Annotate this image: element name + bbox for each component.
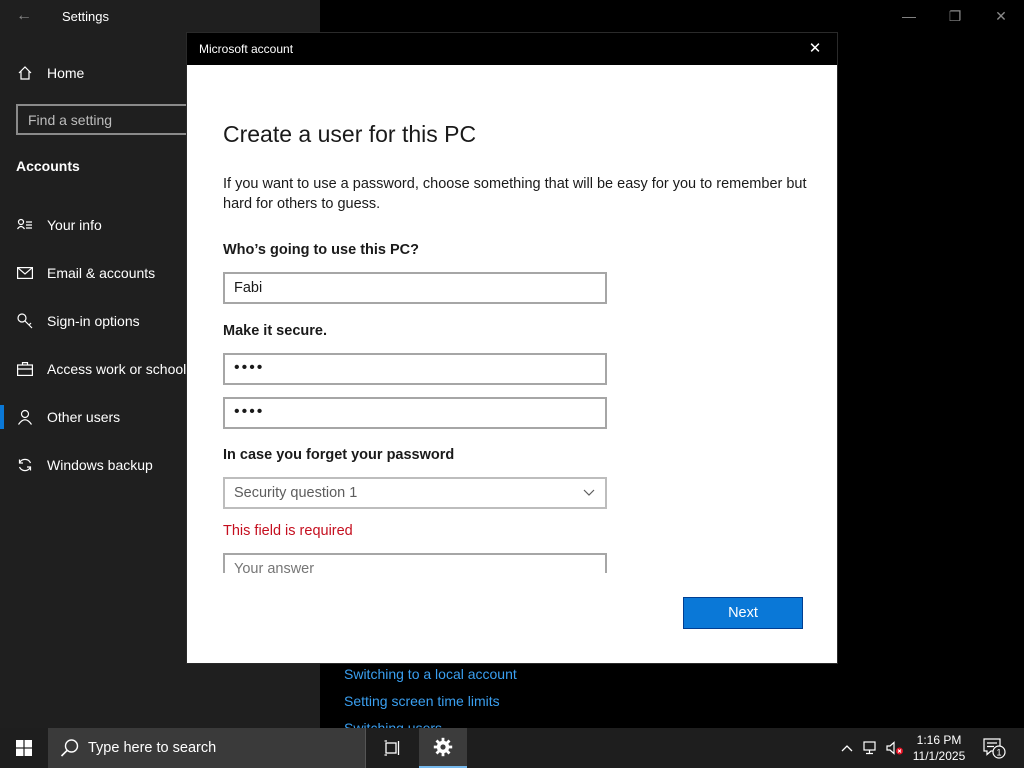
- nav-label: Windows backup: [47, 457, 153, 473]
- back-arrow-icon[interactable]: ←: [12, 4, 36, 28]
- error-message: This field is required: [223, 523, 353, 539]
- page-title: Create a user for this PC: [223, 121, 477, 147]
- password-value: ••••: [234, 359, 265, 376]
- find-setting-placeholder: Find a setting: [28, 112, 113, 128]
- dialog-title: Microsoft account: [199, 42, 294, 56]
- notification-center-icon[interactable]: 1: [978, 728, 1010, 768]
- home-icon: [15, 63, 35, 83]
- link-screen-time-limits[interactable]: Setting screen time limits: [344, 693, 500, 709]
- minimize-icon[interactable]: —: [886, 4, 932, 28]
- clock-time: 1:16 PM: [916, 733, 962, 747]
- nav-label: Your info: [47, 217, 102, 233]
- system-clock[interactable]: 1:16 PM 11/1/2025: [906, 728, 972, 768]
- key-icon: [15, 311, 35, 331]
- chevron-up-icon[interactable]: [836, 728, 858, 768]
- next-button[interactable]: Next: [683, 597, 803, 629]
- secure-label: Make it secure.: [223, 323, 327, 339]
- nav-label: Access work or school: [47, 361, 187, 377]
- link-switch-local-account[interactable]: Switching to a local account: [344, 666, 517, 682]
- username-input[interactable]: Fabi: [223, 272, 607, 304]
- search-icon: [60, 738, 80, 763]
- task-view-icon[interactable]: [370, 728, 416, 768]
- mail-icon: [15, 263, 35, 283]
- volume-muted-icon[interactable]: [884, 728, 906, 768]
- nav-home-label: Home: [47, 65, 85, 81]
- notification-count: 1: [996, 748, 1001, 758]
- network-icon[interactable]: [860, 728, 882, 768]
- nav-label: Email & accounts: [47, 265, 156, 281]
- dialog-close-icon[interactable]: ✕: [799, 37, 831, 61]
- security-answer-placeholder: Your answer: [234, 561, 315, 573]
- active-nav-indicator: [0, 405, 4, 429]
- restore-icon[interactable]: ❐: [932, 4, 978, 28]
- nav-label: Other users: [47, 409, 121, 425]
- window-title: Settings: [62, 9, 109, 24]
- who-label: Who’s going to use this PC?: [223, 242, 420, 258]
- nav-label: Sign-in options: [47, 313, 140, 329]
- briefcase-icon: [15, 359, 35, 379]
- person-card-icon: [15, 215, 35, 235]
- clock-date: 11/1/2025: [912, 749, 966, 763]
- sync-icon: [15, 455, 35, 475]
- forget-password-label: In case you forget your password: [223, 447, 455, 463]
- security-question-value: Security question 1: [234, 485, 358, 501]
- person-icon: [15, 407, 35, 427]
- intro-text: If you want to use a password, choose so…: [223, 176, 807, 212]
- password-input[interactable]: ••••: [223, 353, 607, 385]
- taskbar-search-box[interactable]: Type here to search: [48, 728, 366, 768]
- confirm-password-value: ••••: [234, 403, 265, 420]
- security-question-select[interactable]: Security question 1: [223, 477, 607, 509]
- windows-start-icon[interactable]: [0, 728, 48, 768]
- settings-gear-icon[interactable]: [419, 728, 467, 768]
- microsoft-account-dialog: Microsoft account ✕ Create a user for th…: [186, 32, 838, 664]
- answer-viewport: Your answer: [223, 553, 607, 573]
- close-icon[interactable]: ✕: [978, 4, 1024, 28]
- username-value: Fabi: [234, 280, 263, 296]
- link-switching-users[interactable]: Switching users: [344, 720, 442, 728]
- dialog-header: Microsoft account ✕: [187, 33, 837, 65]
- security-answer-input[interactable]: Your answer: [223, 553, 607, 573]
- taskbar: Type here to search 1:16 PM 11/1/2025 1: [0, 728, 1024, 768]
- chevron-down-icon: [583, 483, 595, 506]
- section-title: Accounts: [16, 158, 80, 174]
- confirm-password-input[interactable]: ••••: [223, 397, 607, 429]
- taskbar-search-placeholder: Type here to search: [88, 740, 217, 756]
